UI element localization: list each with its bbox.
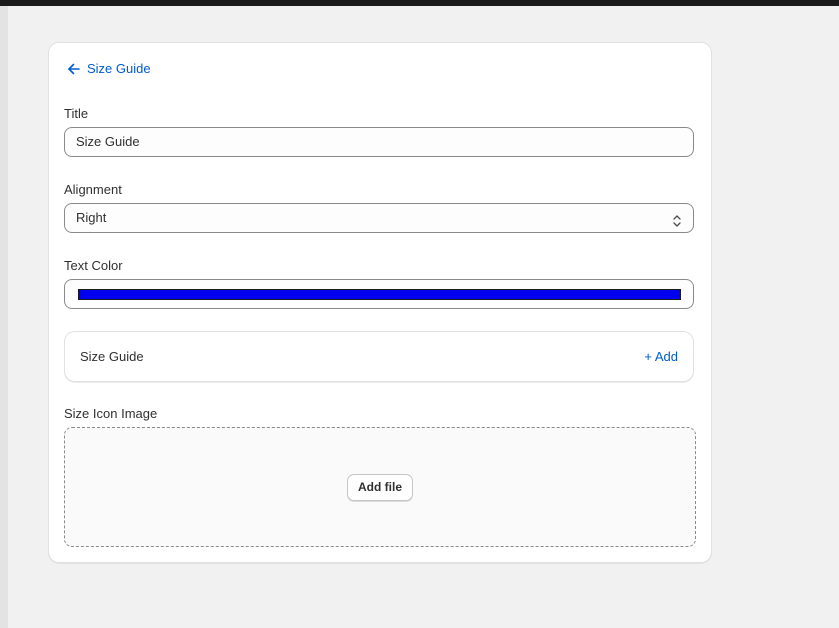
alignment-select[interactable]: Right [64,203,694,233]
text-color-label: Text Color [64,258,123,273]
file-dropzone[interactable]: Add file [64,427,696,547]
title-input[interactable]: Size Guide [64,127,694,157]
add-size-guide-button[interactable]: + Add [644,349,678,364]
top-bar [0,0,839,6]
settings-card: Size Guide Title Size Guide Alignment Ri… [48,42,712,563]
arrow-left-icon [67,62,81,76]
add-file-button[interactable]: Add file [347,474,413,501]
size-icon-image-label: Size Icon Image [64,406,158,421]
color-swatch [78,289,681,300]
text-color-picker[interactable] [64,279,694,309]
back-link-label: Size Guide [87,61,151,76]
alignment-value: Right [76,210,107,225]
back-link[interactable]: Size Guide [67,61,151,76]
size-guide-block-title: Size Guide [80,349,144,364]
chevron-up-down-icon [671,211,683,227]
left-sidebar-strip [0,6,8,628]
title-label: Title [64,106,89,121]
alignment-label: Alignment [64,182,122,197]
size-guide-block: Size Guide + Add [64,331,694,382]
